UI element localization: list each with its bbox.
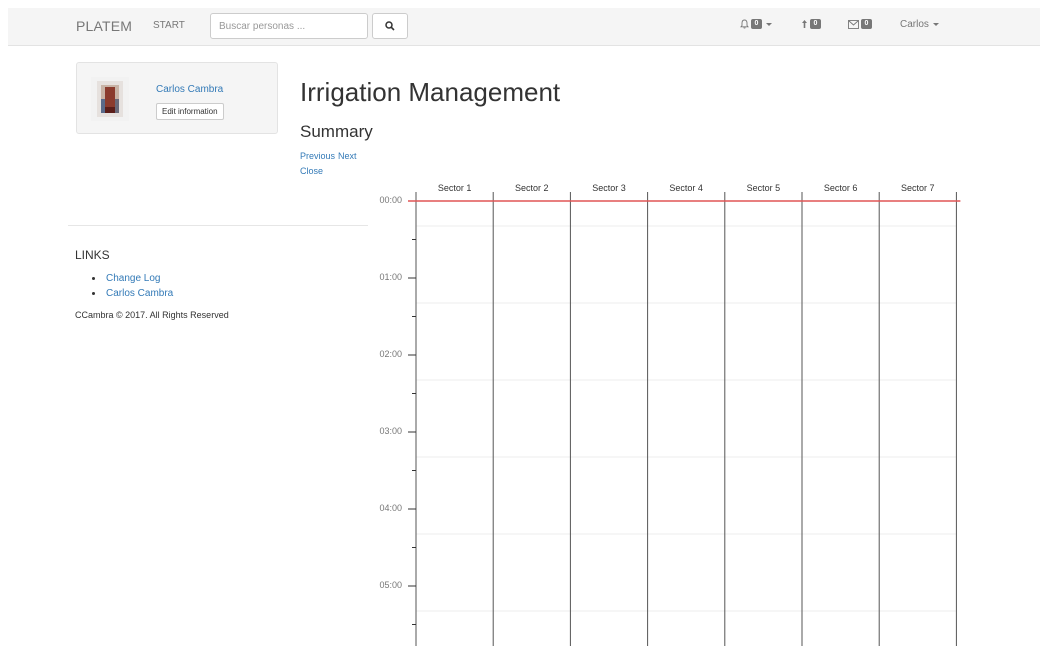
sector-label: Sector 3 [592, 183, 626, 193]
time-label: 02:00 [379, 349, 402, 359]
sector-label: Sector 1 [437, 183, 472, 193]
sector-label: Sector 6 [823, 183, 858, 193]
sector-label: Sector 4 [669, 183, 703, 193]
irrigation-schedule-grid [408, 192, 961, 646]
sector-label: Sector 5 [746, 183, 781, 193]
sector-label: Sector 7 [901, 183, 935, 193]
time-label: 05:00 [379, 580, 402, 590]
time-label: 04:00 [379, 503, 402, 513]
time-label: 00:00 [379, 195, 402, 205]
sector-label: Sector 2 [515, 183, 549, 193]
time-label: 03:00 [379, 426, 402, 436]
time-label: 01:00 [379, 272, 402, 282]
